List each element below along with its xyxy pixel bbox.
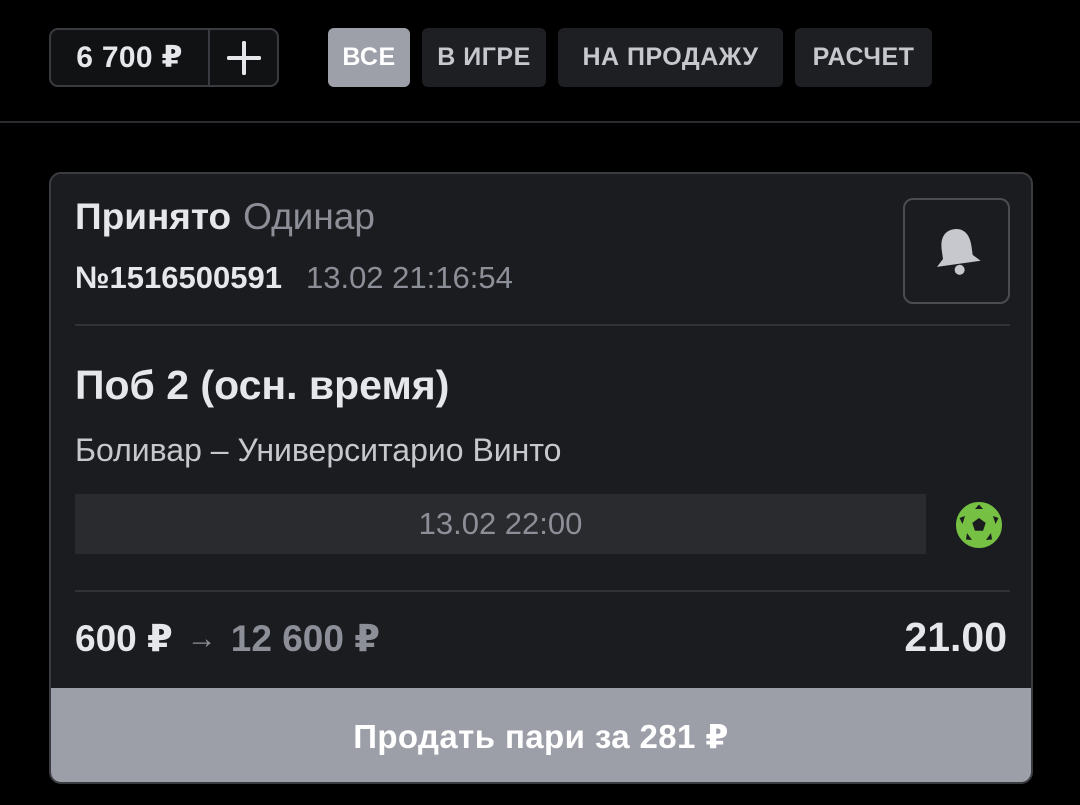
balance-amount[interactable]: 6 700 ₽ [51,30,208,85]
potential-payout: 12 600 ₽ [230,618,380,659]
card-divider [75,324,1010,326]
plus-icon [226,40,261,75]
event-start-time: 13.02 22:00 [75,494,926,554]
header-divider [0,121,1080,123]
bet-status-line: Принято Одинар [75,196,375,238]
bet-id-line: №1516500591 13.02 21:16:54 [75,260,513,296]
bet-type: Одинар [243,196,375,237]
notify-button[interactable] [903,198,1010,304]
card-divider [75,590,1010,592]
balance-widget: 6 700 ₽ [49,28,279,87]
football-icon [956,502,1002,548]
top-bar: 6 700 ₽ ВСЕ В ИГРЕ НА ПРОДАЖУ РАСЧЕТ [0,0,1080,123]
filter-settled-tab[interactable]: РАСЧЕТ [795,28,932,87]
bet-market: Поб 2 (осн. время) [75,362,450,408]
event-name[interactable]: Боливар – Университарио Винто [75,432,561,469]
filter-live-tab[interactable]: В ИГРЕ [422,28,546,87]
stake-amount: 600 ₽ [75,618,173,659]
bet-odds: 21.00 [904,614,1007,660]
deposit-button[interactable] [210,30,277,85]
bet-amounts: 600 ₽ → 12 600 ₽ [75,617,380,660]
bet-placed-time: 13.02 21:16:54 [305,260,513,295]
arrow-right-icon: → [186,621,217,655]
bet-number: №1516500591 [75,260,282,295]
filter-for-sale-tab[interactable]: НА ПРОДАЖУ [558,28,783,87]
sell-bet-button[interactable]: Продать пари за 281 ₽ [51,688,1031,782]
bet-card[interactable]: Принято Одинар №1516500591 13.02 21:16:54 … [49,172,1033,784]
filter-all-tab[interactable]: ВСЕ [328,28,410,87]
bet-status: Принято [75,196,232,237]
bell-icon [936,229,981,275]
